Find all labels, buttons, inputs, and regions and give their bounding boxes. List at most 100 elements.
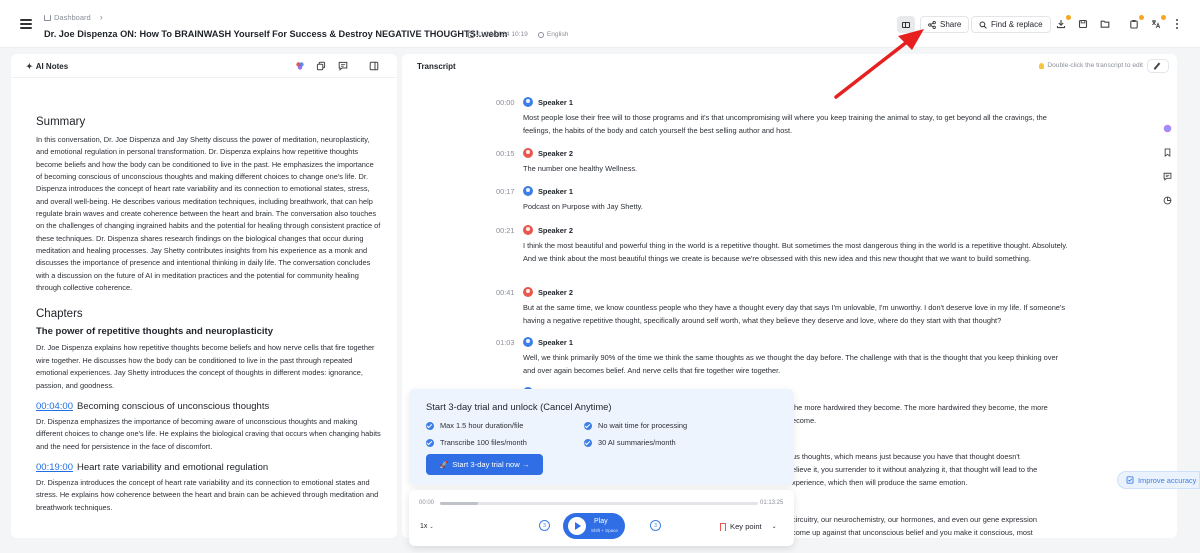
- progress-fill: [440, 502, 479, 505]
- speaker-name[interactable]: Speaker 1: [538, 187, 573, 196]
- forward-seconds: 3: [654, 522, 657, 529]
- play-button[interactable]: Play Shift + Space: [563, 513, 625, 539]
- save-button[interactable]: [1076, 17, 1090, 31]
- breadcrumb[interactable]: Dashboard ›: [44, 12, 103, 22]
- document-meta: 11/26/2024 10:19 English: [468, 31, 568, 38]
- download-button[interactable]: [1054, 15, 1071, 31]
- forward-button[interactable]: 3: [650, 520, 661, 531]
- key-point-label: Key point: [730, 522, 762, 531]
- ai-notes-panel: ✦ AI Notes Summary In this conversation,…: [11, 54, 397, 538]
- share-label: Share: [940, 20, 962, 29]
- promo-feature-label: No wait time for processing: [598, 421, 688, 430]
- rewind-seconds: 3: [543, 522, 546, 529]
- transcript-header: Transcript Double-click the transcript t…: [402, 54, 1177, 78]
- copy-icon[interactable]: [316, 61, 326, 71]
- speaker-avatar: [523, 225, 533, 235]
- player-duration: 01:13:25: [760, 500, 784, 506]
- chapter-timestamp-link[interactable]: 00:19:00: [36, 462, 73, 473]
- segment-text[interactable]: But at the same time, we know countless …: [523, 301, 1068, 327]
- ai-magic-icon[interactable]: [295, 61, 305, 71]
- segment-text-partial[interactable]: elieve it, you surrender to it without a…: [792, 463, 1037, 476]
- rocket-icon: 🚀: [439, 461, 449, 469]
- start-trial-button[interactable]: 🚀 Start 3-day trial now →: [426, 454, 543, 475]
- top-header: Dashboard › Dr. Joe Dispenza ON: How To …: [0, 0, 1200, 48]
- segment-timestamp[interactable]: 01:03: [496, 338, 515, 347]
- speaker-avatar: [523, 337, 533, 347]
- document-language: English: [546, 31, 569, 38]
- promo-feature: No wait time for processing: [584, 421, 687, 430]
- segment-text-partial[interactable]: come up against that unconscious belief …: [792, 526, 1033, 538]
- bookmark-icon: [720, 522, 726, 531]
- segment-timestamp[interactable]: 00:41: [496, 288, 515, 297]
- comment-icon[interactable]: [1163, 172, 1172, 181]
- bookmark-icon[interactable]: [1163, 148, 1172, 157]
- folder-button[interactable]: [1098, 17, 1112, 31]
- clipboard-badge: [1139, 15, 1144, 20]
- transcript-title: Transcript: [417, 62, 456, 71]
- promo-feature: Max 1.5 hour duration/file: [426, 421, 523, 430]
- speaker-name[interactable]: Speaker 1: [538, 338, 573, 347]
- segment-timestamp[interactable]: 00:15: [496, 149, 515, 158]
- chapter-title: The power of repetitive thoughts and neu…: [36, 326, 273, 338]
- segment-text-partial[interactable]: us thoughts, which means just because yo…: [792, 450, 1020, 463]
- segment-text-partial[interactable]: the more hardwired they become. The more…: [792, 401, 1048, 414]
- check-circle-icon: [426, 421, 434, 430]
- playback-speed-select[interactable]: 1x ⌄: [420, 523, 434, 530]
- home-icon: [44, 15, 51, 21]
- speaker-name[interactable]: Speaker 1: [538, 98, 573, 107]
- share-button[interactable]: Share: [920, 16, 970, 33]
- ai-assistant-icon[interactable]: [1163, 124, 1172, 133]
- more-options-button[interactable]: [1170, 17, 1184, 31]
- play-icon: [568, 517, 586, 535]
- speaker-name[interactable]: Speaker 2: [538, 288, 573, 297]
- speaker-name[interactable]: Speaker 2: [538, 226, 573, 235]
- find-replace-label: Find & replace: [991, 20, 1043, 29]
- clipboard-icon: [1130, 20, 1138, 29]
- segment-timestamp[interactable]: 00:17: [496, 187, 515, 196]
- improve-accuracy-button[interactable]: Improve accuracy: [1117, 471, 1200, 489]
- download-icon: [1056, 20, 1066, 29]
- translate-button[interactable]: [1149, 15, 1166, 31]
- ai-notes-title-label: AI Notes: [35, 62, 69, 71]
- document-date: 11/26/2024 10:19: [477, 31, 528, 38]
- save-icon: [1078, 19, 1088, 29]
- chapter-text: Dr. Joe Dispenza explains how repetitive…: [36, 343, 375, 390]
- segment-text-partial[interactable]: xperience, which then will produce the s…: [792, 476, 967, 489]
- chapter-text: Dr. Dispenza introduces the concept of h…: [36, 477, 379, 512]
- document-title[interactable]: Dr. Joe Dispenza ON: How To BRAINWASH Yo…: [44, 29, 507, 39]
- ai-notes-content: Summary In this conversation, Dr. Joe Di…: [36, 116, 381, 514]
- segment-text[interactable]: Well, we think primarily 90% of the time…: [523, 351, 1068, 377]
- segment-text[interactable]: Podcast on Purpose with Jay Shetty.: [523, 200, 1068, 213]
- speaker-name[interactable]: Speaker 2: [538, 149, 573, 158]
- segment-timestamp[interactable]: 00:00: [496, 98, 515, 107]
- segment-text[interactable]: Most people lose their free will to thos…: [523, 111, 1068, 137]
- key-point-button[interactable]: Key point ⌄: [720, 522, 777, 531]
- chapter-timestamp-link[interactable]: 00:04:00: [36, 401, 73, 412]
- play-label: Play: [594, 518, 608, 525]
- edit-pencil-button[interactable]: [1147, 59, 1169, 73]
- segment-text[interactable]: I think the most beautiful and powerful …: [523, 239, 1068, 265]
- clipboard-button[interactable]: [1127, 15, 1144, 31]
- segment-text-partial[interactable]: ecome.: [792, 414, 816, 427]
- segment-text-partial[interactable]: circuitry, our neurochemistry, our hormo…: [792, 513, 1037, 526]
- speaker-avatar: [523, 287, 533, 297]
- segment-timestamp[interactable]: 00:21: [496, 226, 515, 235]
- layout-toggle-button[interactable]: [897, 16, 915, 33]
- menu-icon[interactable]: [20, 19, 32, 29]
- rewind-button[interactable]: 3: [539, 520, 550, 531]
- progress-track[interactable]: [440, 502, 758, 505]
- collapse-panel-icon[interactable]: [369, 61, 379, 71]
- find-replace-button[interactable]: Find & replace: [971, 16, 1051, 33]
- check-circle-icon: [426, 438, 434, 447]
- comment-icon[interactable]: [338, 61, 348, 71]
- pie-chart-icon[interactable]: [1163, 196, 1172, 205]
- document-check-icon: [1126, 476, 1134, 484]
- chevron-right-icon: ›: [99, 12, 103, 22]
- start-trial-label: Start 3-day trial now →: [452, 460, 530, 469]
- chapters-heading: Chapters: [36, 308, 83, 321]
- segment-text[interactable]: The number one healthy Wellness.: [523, 162, 1068, 175]
- breadcrumb-dashboard[interactable]: Dashboard: [54, 13, 91, 22]
- ai-notes-title: ✦ AI Notes: [26, 62, 68, 71]
- playback-speed-value: 1x: [420, 523, 428, 530]
- folder-icon: [1100, 20, 1110, 28]
